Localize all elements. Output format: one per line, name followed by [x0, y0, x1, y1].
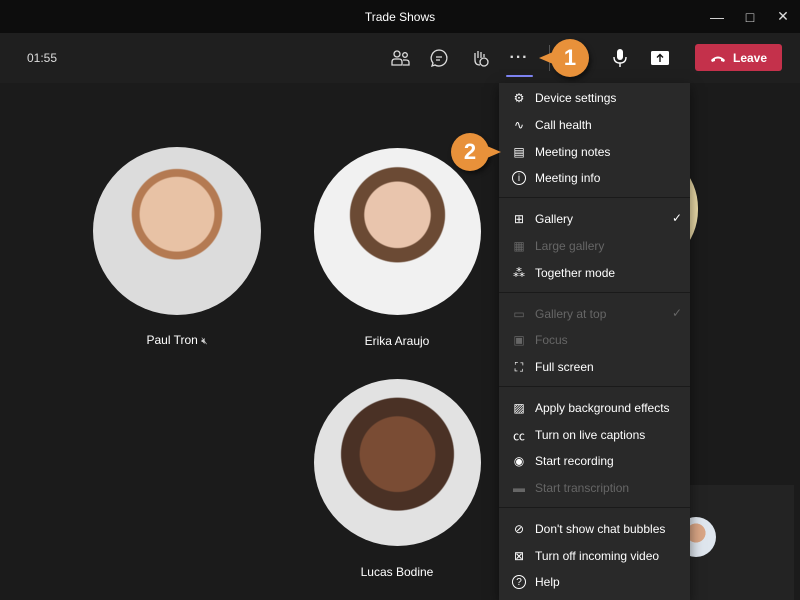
menu-item-label: Large gallery [535, 239, 605, 253]
menu-item-device-settings[interactable]: ⚙ Device settings [499, 85, 690, 111]
checkmark-icon: ✓ [671, 306, 682, 320]
captions-icon: ㏄ [512, 428, 525, 443]
title-bar: Trade Shows — □ ✕ [0, 0, 800, 33]
participants-button[interactable] [387, 45, 413, 71]
menu-item-label: Turn on live captions [535, 428, 646, 442]
menu-item-full-screen[interactable]: ⛶ Full screen [499, 354, 690, 380]
participant-video-lucas-bodine[interactable] [314, 379, 481, 546]
chat-button[interactable] [426, 45, 452, 71]
record-icon: ◉ [513, 454, 525, 468]
share-screen-button[interactable] [647, 45, 673, 71]
menu-item-label: Start transcription [535, 481, 630, 495]
focus-icon: ▣ [513, 333, 525, 347]
participant-video-paul-tron[interactable] [93, 147, 261, 315]
participant-name: Paul Tron 🔇︎ [146, 333, 208, 347]
reactions-button[interactable] [467, 45, 493, 71]
menu-divider [499, 507, 690, 508]
menu-item-label: Turn off incoming video [535, 549, 660, 563]
menu-item-label: Meeting notes [535, 145, 611, 159]
share-icon [651, 51, 669, 65]
menu-item-turn-off-incoming-video[interactable]: ⊠ Turn off incoming video [499, 543, 690, 569]
gear-icon: ⚙ [513, 91, 525, 105]
together-mode-icon: ⁂ [513, 266, 525, 280]
chat-icon [430, 49, 448, 68]
menu-item-together-mode[interactable]: ⁂ Together mode [499, 260, 690, 286]
video-off-icon: ⊠ [513, 549, 525, 563]
help-icon: ? [512, 575, 526, 589]
checkmark-icon: ✓ [671, 211, 682, 225]
transcription-icon: ▬ [513, 481, 525, 495]
menu-item-label: Don't show chat bubbles [535, 522, 666, 536]
menu-item-label: Gallery at top [535, 307, 607, 321]
menu-item-meeting-notes[interactable]: ▤ Meeting notes [499, 139, 690, 165]
menu-item-label: Together mode [535, 266, 616, 280]
more-options-menu: ⚙ Device settings ∿ Call health ▤ Meeting not… [499, 83, 690, 600]
background-effects-icon: ▨ [513, 401, 525, 415]
menu-item-help[interactable]: ? Help [499, 569, 690, 595]
participant-video-erika-araujo[interactable] [314, 148, 481, 315]
callout-2: 2 [451, 133, 501, 171]
large-gallery-icon: ▦ [513, 239, 525, 253]
menu-item-gallery[interactable]: ⊞ Gallery ✓ [499, 206, 690, 232]
chat-bubbles-off-icon: ⊘ [513, 522, 525, 536]
menu-item-call-health[interactable]: ∿ Call health [499, 112, 690, 138]
maximize-button[interactable]: □ [733, 0, 767, 33]
info-icon: i [512, 171, 526, 185]
menu-divider [499, 292, 690, 293]
menu-item-label: Help [535, 575, 560, 589]
meeting-toolbar: 01:55 ··· Leave [0, 33, 800, 83]
menu-item-apply-background-effects[interactable]: ▨ Apply background effects [499, 395, 690, 421]
menu-item-gallery-at-top: ▭ Gallery at top ✓ [499, 301, 690, 327]
callout-pointer [539, 52, 553, 64]
leave-label: Leave [732, 50, 768, 65]
menu-item-focus: ▣ Focus [499, 327, 690, 353]
participant-name: Lucas Bodine [360, 565, 434, 579]
hang-up-icon [710, 56, 725, 62]
gallery-top-icon: ▭ [513, 307, 525, 321]
menu-item-meeting-info[interactable]: i Meeting info [499, 165, 690, 191]
raise-hand-icon [474, 51, 489, 67]
leave-button[interactable]: Leave [695, 44, 782, 71]
gallery-icon: ⊞ [513, 212, 525, 226]
menu-item-turn-on-live-captions[interactable]: ㏄ Turn on live captions [499, 422, 690, 448]
window-title: Trade Shows [364, 9, 436, 24]
more-icon: ··· [509, 49, 529, 66]
callout-pointer [487, 146, 501, 158]
active-indicator [506, 75, 533, 77]
more-options-button[interactable]: ··· [506, 45, 532, 71]
menu-item-start-recording[interactable]: ◉ Start recording [499, 448, 690, 474]
menu-item-label: Device settings [535, 91, 617, 105]
menu-item-label: Gallery [535, 212, 574, 226]
menu-item-label: Focus [535, 333, 568, 347]
fullscreen-icon: ⛶ [514, 359, 524, 374]
participant-name: Erika Araujo [364, 334, 430, 348]
meeting-timer: 01:55 [27, 51, 58, 65]
menu-item-label: Full screen [535, 360, 594, 374]
menu-divider [499, 386, 690, 387]
callout-1: 1 [539, 39, 589, 77]
notes-icon: ▤ [513, 145, 525, 159]
microphone-button[interactable] [607, 45, 633, 71]
pulse-icon: ∿ [513, 118, 525, 132]
menu-item-label: Call health [535, 118, 592, 132]
self-view-tile[interactable] [676, 485, 794, 600]
menu-item-start-transcription: ▬ Start transcription [499, 475, 690, 501]
microphone-icon [613, 49, 627, 67]
menu-item-large-gallery: ▦ Large gallery [499, 233, 690, 259]
minimize-button[interactable]: — [700, 0, 734, 33]
menu-item-label: Meeting info [535, 171, 601, 185]
people-icon [391, 50, 410, 66]
menu-item-label: Start recording [535, 454, 614, 468]
menu-item-don-t-show-chat-bubbles[interactable]: ⊘ Don't show chat bubbles [499, 516, 690, 542]
close-button[interactable]: ✕ [766, 0, 800, 33]
mic-off-icon: 🔇︎ [201, 336, 208, 347]
menu-item-label: Apply background effects [535, 401, 670, 415]
menu-divider [499, 197, 690, 198]
